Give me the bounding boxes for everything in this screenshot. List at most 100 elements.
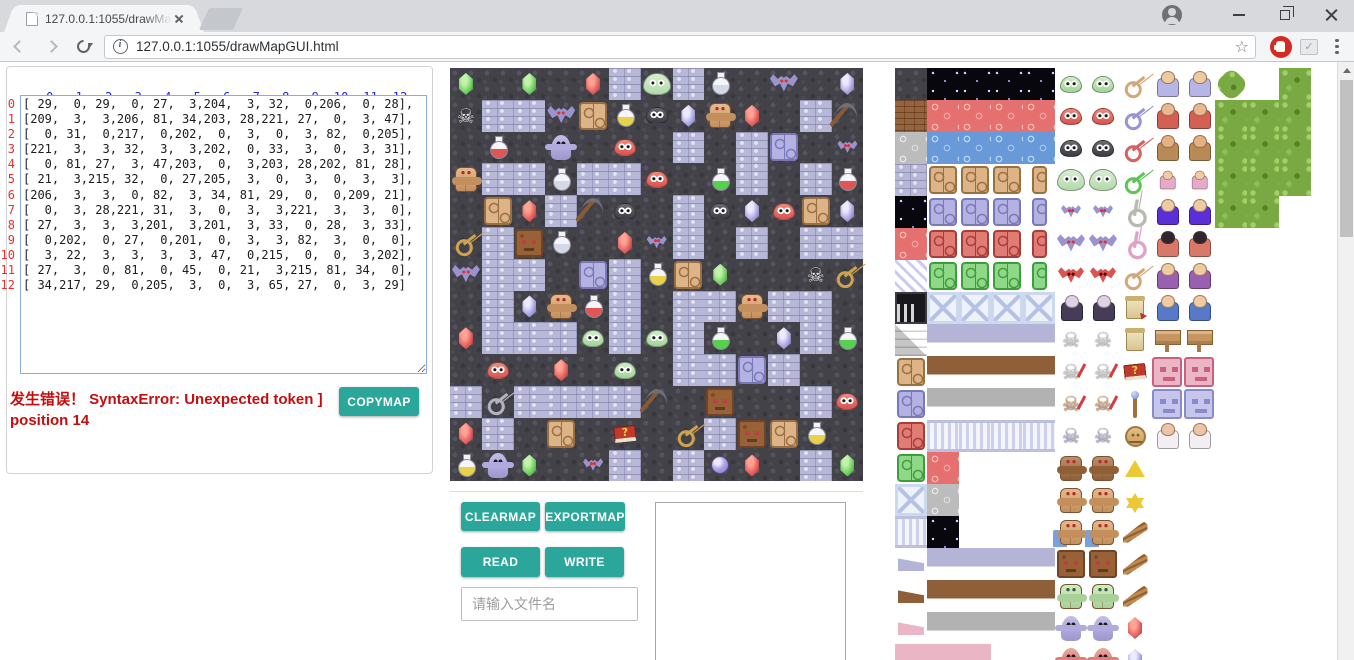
tileset-tile-blank[interactable]: [1023, 484, 1055, 516]
tileset-tile-wing[interactable]: [1119, 580, 1151, 612]
map-tile-dark-floor[interactable]: [577, 354, 609, 386]
tileset-tile-doorR[interactable]: [927, 228, 959, 260]
tileset-tile-scroll[interactable]: [1119, 324, 1151, 356]
tileset-tile-blank[interactable]: [1183, 548, 1215, 580]
map-tile-dark-floor[interactable]: [768, 163, 800, 195]
scrollbar-thumb[interactable]: [1340, 80, 1353, 237]
map-tile-skeleton[interactable]: [450, 100, 482, 132]
tileset-tile-doorT[interactable]: [959, 164, 991, 196]
tileset-tile-batR[interactable]: [1055, 260, 1087, 292]
tileset-tile-blank[interactable]: [1215, 484, 1247, 516]
map-tile-brick-wall[interactable]: [800, 227, 832, 259]
tileset-tile-ledgeB[interactable]: [991, 324, 1023, 356]
tileset-tile-water[interactable]: [927, 132, 959, 164]
map-tile-brick-wall[interactable]: [800, 322, 832, 354]
map-tile-dark-floor[interactable]: [450, 195, 482, 227]
tileset-tile-blank[interactable]: [1279, 612, 1311, 644]
tileset-tile-bookR[interactable]: [1119, 356, 1151, 388]
map-tile-purple-gem[interactable]: [736, 195, 768, 227]
tileset-tile-blank[interactable]: [1279, 580, 1311, 612]
tileset-tile-skel[interactable]: [1055, 324, 1087, 356]
map-tile-brick-wall[interactable]: [800, 386, 832, 418]
map-tile-brick-wall[interactable]: [736, 132, 768, 164]
tileset-tile-sign[interactable]: [1183, 324, 1215, 356]
tileset-tile-keyR[interactable]: [1119, 132, 1151, 164]
tileset-tile-ledgeG[interactable]: [959, 388, 991, 420]
map-tile-ghost[interactable]: [482, 450, 514, 482]
tileset-tile-blank[interactable]: [1215, 356, 1247, 388]
tileset-tile-ledgeD[interactable]: [991, 580, 1023, 612]
tileset-tile-stairs[interactable]: [895, 324, 927, 356]
tileset-tile-star[interactable]: [895, 196, 927, 228]
tileset-tile-blank[interactable]: [1247, 484, 1279, 516]
map-tile-dark-floor[interactable]: [641, 291, 673, 323]
tileset-tile-blank[interactable]: [1247, 356, 1279, 388]
tileset-tile-blank[interactable]: [1215, 548, 1247, 580]
tileset-tile-ice[interactable]: [959, 292, 991, 324]
tileset-tile-doorT[interactable]: [927, 164, 959, 196]
tileset-tile-tree[interactable]: [1215, 164, 1247, 196]
map-tile-brick-wall[interactable]: [704, 418, 736, 450]
tileset-tile-ghostP[interactable]: [1087, 612, 1119, 644]
tileset-tile-blank[interactable]: [1247, 644, 1279, 660]
map-tile-brick-wall[interactable]: [673, 195, 705, 227]
tileset-tile-sqR2[interactable]: [959, 452, 991, 484]
tileset-tile-blank[interactable]: [1279, 324, 1311, 356]
tileset-tile-blank[interactable]: [1279, 260, 1311, 292]
map-tile-big-bat[interactable]: [450, 259, 482, 291]
tileset-tile-dark[interactable]: [895, 68, 927, 100]
map-tile-red-slime[interactable]: [609, 132, 641, 164]
map-tile-tan-door[interactable]: [800, 195, 832, 227]
map-tile-small-bat[interactable]: [641, 227, 673, 259]
map-tile-purple-gem[interactable]: [832, 195, 864, 227]
tileset-tile-blank[interactable]: [1183, 452, 1215, 484]
tileset-tile-red[interactable]: [927, 100, 959, 132]
tileset-tile-blank[interactable]: [1247, 324, 1279, 356]
map-tile-red-potion[interactable]: [482, 132, 514, 164]
tileset-tile-ice[interactable]: [895, 484, 927, 516]
map-tile-dark-floor[interactable]: [514, 132, 546, 164]
tileset-tile-doorP[interactable]: [895, 388, 927, 420]
tileset-tile-mummy[interactable]: [1087, 452, 1119, 484]
map-tile-brick-wall[interactable]: [609, 450, 641, 482]
browser-tab[interactable]: 127.0.0.1:1055/drawMa: [16, 5, 192, 32]
map-tile-red-gem[interactable]: [609, 227, 641, 259]
map-tile-brick-wall[interactable]: [609, 386, 641, 418]
tileset-tile-ledgeG[interactable]: [991, 612, 1023, 644]
map-tile-dark-floor[interactable]: [768, 100, 800, 132]
tileset-tile-blank[interactable]: [1279, 228, 1311, 260]
scrollbar-up-icon[interactable]: [1338, 62, 1354, 79]
tileset-tile-oldman[interactable]: [1183, 68, 1215, 100]
tileset-tile-blank[interactable]: [1151, 516, 1183, 548]
tileset-tile-ledgeG[interactable]: [991, 388, 1023, 420]
tileset-tile-ghostP[interactable]: [1055, 612, 1087, 644]
map-tile-purple-door[interactable]: [577, 259, 609, 291]
map-tile-yellow-potion[interactable]: [609, 100, 641, 132]
tileset-tile-star[interactable]: [927, 516, 959, 548]
map-tile-green-gem[interactable]: [832, 450, 864, 482]
tileset-tile-blank[interactable]: [1279, 516, 1311, 548]
map-tile-brick-wall[interactable]: [450, 386, 482, 418]
tileset-tile-tree[interactable]: [1247, 196, 1279, 228]
map-tile-brick-wall[interactable]: [800, 291, 832, 323]
tileset-tile-blank[interactable]: [1279, 420, 1311, 452]
map-tile-brick-wall[interactable]: [704, 291, 736, 323]
tileset-tile-ledgeD[interactable]: [1023, 580, 1055, 612]
map-tile-brick-wall[interactable]: [482, 418, 514, 450]
tileset-tile-sqS2[interactable]: [959, 516, 991, 548]
tileset-tile-blank[interactable]: [1279, 388, 1311, 420]
write-button[interactable]: WRITE: [545, 547, 624, 577]
clearmap-button[interactable]: CLEARMAP: [461, 502, 540, 531]
tileset-tile-slimeG[interactable]: [1055, 68, 1087, 100]
map-tile-brick-wall[interactable]: [545, 322, 577, 354]
tileset-tile-blank[interactable]: [1151, 580, 1183, 612]
map-tile-dark-floor[interactable]: [577, 227, 609, 259]
tileset-tile-blank[interactable]: [1279, 484, 1311, 516]
tileset-tile-star[interactable]: [1023, 68, 1055, 100]
map-tile-green-slime[interactable]: [641, 322, 673, 354]
map-tile-brick-wall[interactable]: [673, 132, 705, 164]
tileset-tile-mummy[interactable]: [1055, 452, 1087, 484]
address-bar[interactable]: 127.0.0.1:1055/drawMapGUI.html ☆: [104, 35, 1256, 59]
map-tile-green-gem[interactable]: [450, 68, 482, 100]
tileset-tile-fighter[interactable]: [1183, 132, 1215, 164]
